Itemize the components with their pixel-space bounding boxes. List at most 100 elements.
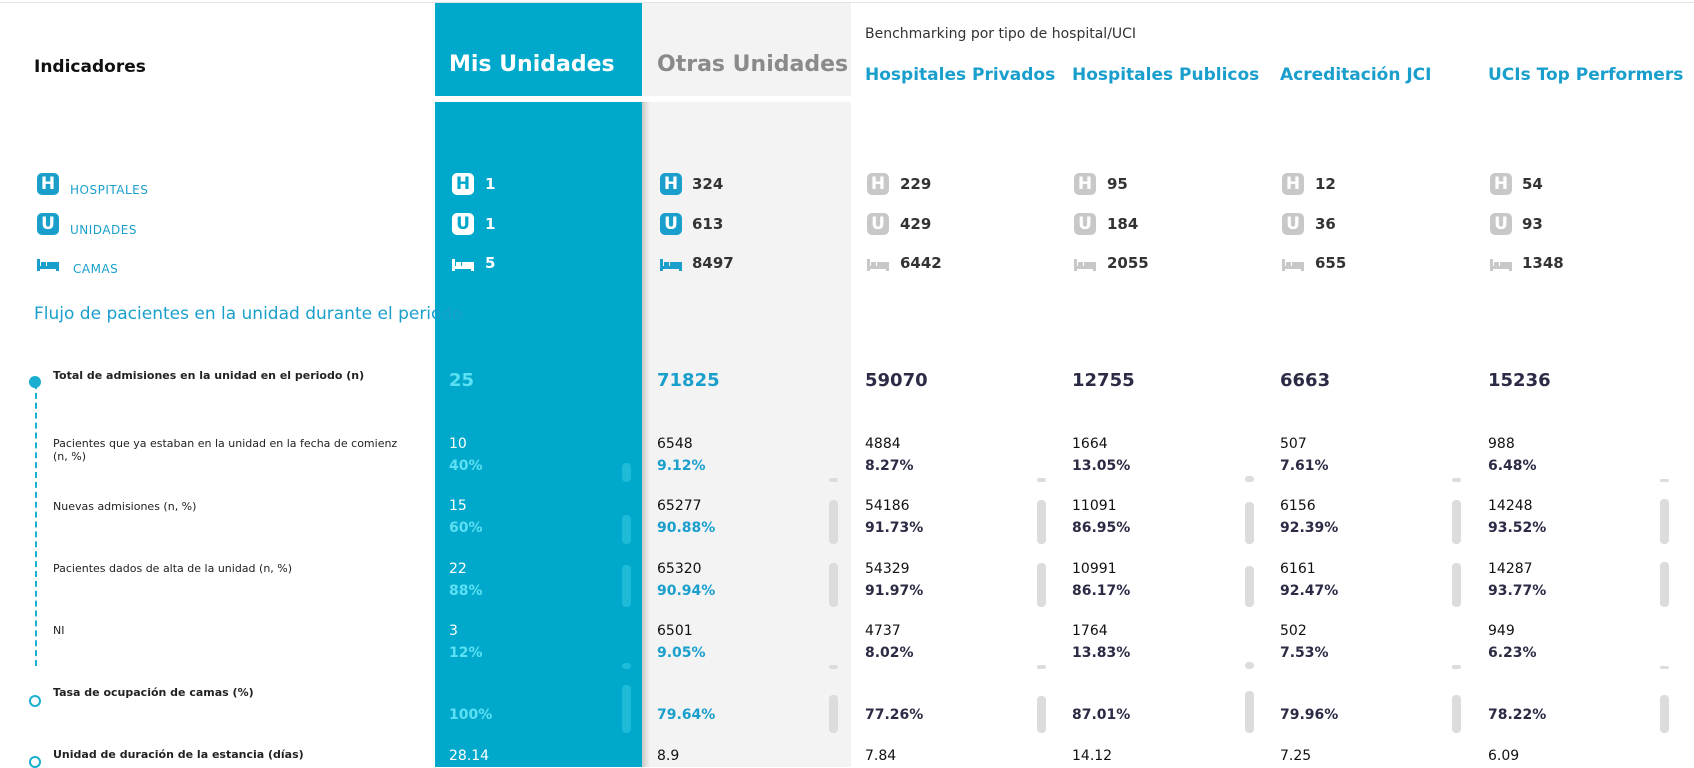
ya-estaban-count: 1664 (1072, 436, 1108, 452)
share-bar (622, 565, 631, 607)
timeline-ring (29, 756, 41, 768)
estancia-value: 8.9 (657, 748, 680, 764)
share-bar (622, 515, 631, 544)
alta-count: 14287 (1488, 561, 1533, 577)
hospital-icon: H (452, 173, 474, 195)
nuevas-pct: 86.95% (1072, 520, 1131, 536)
group-header-privados[interactable]: Hospitales Privados (865, 65, 1055, 85)
hospital-icon: H (1490, 173, 1512, 195)
timeline-dot (29, 376, 41, 388)
unit-icon: U (867, 213, 889, 235)
group-header-jci[interactable]: Acreditación JCI (1280, 65, 1431, 85)
ni-pct: 8.02% (865, 645, 914, 661)
nuevas-count: 6156 (1280, 498, 1316, 514)
ni-count: 4737 (865, 623, 901, 639)
estancia-value: 7.84 (865, 748, 897, 764)
estancia-value: 7.25 (1280, 748, 1312, 764)
camas-value: 6442 (900, 254, 942, 272)
share-bar (1660, 499, 1669, 544)
admisiones-value: 6663 (1280, 370, 1331, 391)
hospitales-value: 54 (1522, 175, 1543, 193)
camas-value: 2055 (1107, 254, 1149, 272)
share-bar (622, 685, 631, 733)
hospitales-value: 1 (485, 175, 496, 193)
ocupacion-pct: 79.64% (657, 707, 716, 723)
bed-icon (867, 259, 889, 271)
alta-count: 65320 (657, 561, 702, 577)
unidades-label: UNIDADES (70, 223, 137, 237)
hospital-icon: H (867, 173, 889, 195)
ocupacion-pct: 77.26% (865, 707, 924, 723)
ni-pct: 12% (449, 645, 483, 661)
hospitales-value: 95 (1107, 175, 1128, 193)
otras-unidades-header[interactable]: Otras Unidades (657, 52, 848, 77)
share-bar (1660, 479, 1669, 482)
share-bar (1245, 691, 1254, 733)
share-bar (1037, 563, 1046, 607)
unidades-value: 184 (1107, 215, 1139, 233)
bed-icon (1490, 259, 1512, 271)
share-bar (1452, 665, 1461, 669)
unidades-value: 613 (692, 215, 724, 233)
group-header-top-performers[interactable]: UCIs Top Performers (1488, 65, 1683, 85)
mis-unidades-header[interactable]: Mis Unidades (449, 52, 615, 77)
unidades-value: 429 (900, 215, 932, 233)
share-bar (1452, 500, 1461, 544)
ya-estaban-count: 6548 (657, 436, 693, 452)
hospital-icon: H (1074, 173, 1096, 195)
ya-estaban-count: 4884 (865, 436, 901, 452)
ni-count: 949 (1488, 623, 1515, 639)
alta-pct: 86.17% (1072, 583, 1131, 599)
timeline-ring (29, 695, 41, 707)
alta-pct: 92.47% (1280, 583, 1339, 599)
estancia-value: 6.09 (1488, 748, 1520, 764)
unit-icon: U (1074, 213, 1096, 235)
hospitales-value: 324 (692, 175, 724, 193)
ya-estaban-count: 988 (1488, 436, 1515, 452)
hospital-icon: H (1282, 173, 1304, 195)
ya-estaban-pct: 7.61% (1280, 458, 1329, 474)
alta-count: 6161 (1280, 561, 1316, 577)
share-bar (1245, 662, 1254, 669)
share-bar (1452, 563, 1461, 607)
unidades-value: 1 (485, 215, 496, 233)
share-bar (829, 695, 838, 733)
ni-count: 1764 (1072, 623, 1108, 639)
hospitales-value: 229 (900, 175, 932, 193)
share-bar (829, 665, 838, 669)
alta-count: 10991 (1072, 561, 1117, 577)
unit-icon: U (452, 213, 474, 235)
unit-icon: U (37, 213, 59, 235)
nuevas-count: 11091 (1072, 498, 1117, 514)
admisiones-value: 71825 (657, 370, 720, 391)
ocupacion-pct: 79.96% (1280, 707, 1339, 723)
alta-count: 22 (449, 561, 467, 577)
admisiones-value: 12755 (1072, 370, 1135, 391)
admisiones-value: 15236 (1488, 370, 1551, 391)
camas-value: 5 (485, 254, 496, 272)
camas-value: 8497 (692, 254, 734, 272)
hospitales-label: HOSPITALES (70, 183, 149, 197)
hospital-icon: H (660, 173, 682, 195)
share-bar (1245, 566, 1254, 607)
ya-estaban-pct: 40% (449, 458, 483, 474)
share-bar (1037, 500, 1046, 544)
ya-estaban-pct: 6.48% (1488, 458, 1537, 474)
row-label-admisiones: Total de admisiones en la unidad en el p… (53, 369, 365, 382)
row-label-ocupacion: Tasa de ocupación de camas (%) (53, 686, 254, 699)
share-bar (1037, 665, 1046, 669)
share-bar (1660, 695, 1669, 733)
bed-icon (1074, 259, 1096, 271)
unit-icon: U (660, 213, 682, 235)
nuevas-pct: 91.73% (865, 520, 924, 536)
unidades-value: 93 (1522, 215, 1543, 233)
share-bar (622, 663, 631, 669)
share-bar (1037, 696, 1046, 733)
nuevas-pct: 60% (449, 520, 483, 536)
camas-value: 1348 (1522, 254, 1564, 272)
group-header-publicos[interactable]: Hospitales Publicos (1072, 65, 1259, 85)
admisiones-value: 59070 (865, 370, 928, 391)
nuevas-pct: 90.88% (657, 520, 716, 536)
ni-count: 502 (1280, 623, 1307, 639)
ya-estaban-pct: 13.05% (1072, 458, 1131, 474)
